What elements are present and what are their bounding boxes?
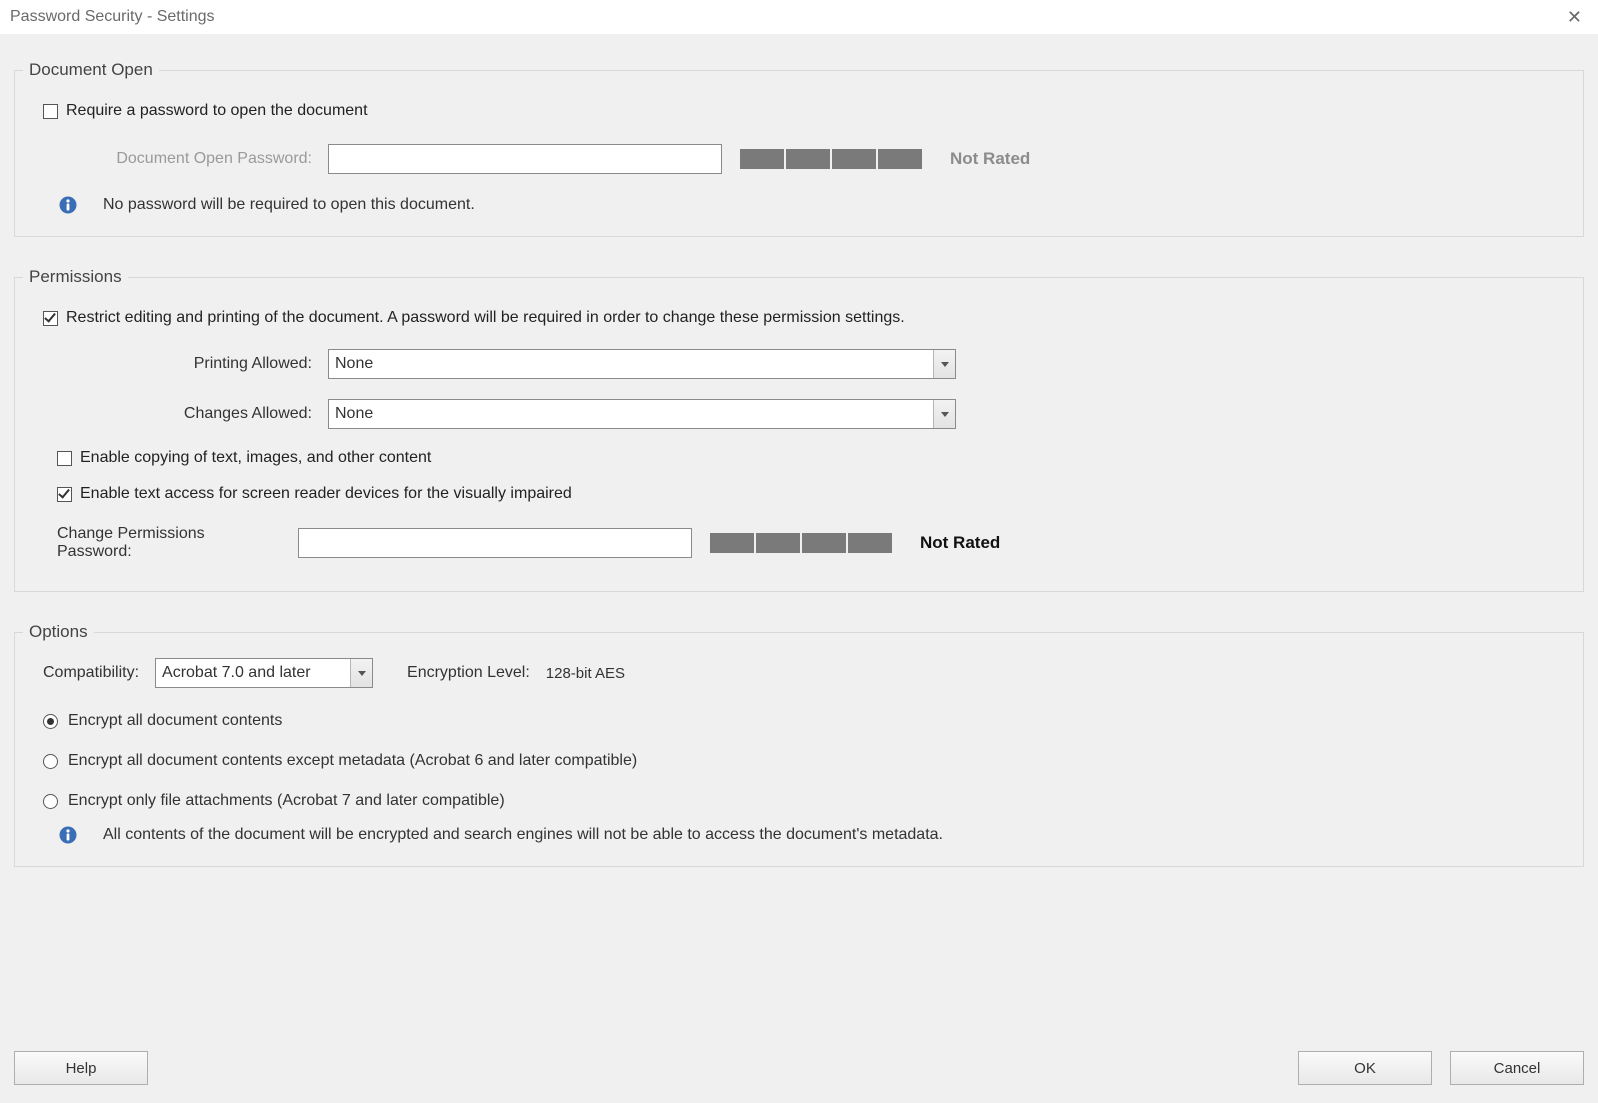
changes-allowed-row: Changes Allowed: None [43, 399, 1555, 429]
window-title: Password Security - Settings [10, 8, 215, 26]
encrypt-except-metadata-label: Encrypt all document contents except met… [68, 752, 637, 770]
encrypt-attachments-radio[interactable] [43, 794, 58, 809]
printing-allowed-row: Printing Allowed: None [43, 349, 1555, 379]
require-password-label: Require a password to open the document [66, 102, 368, 120]
options-info-text: All contents of the document will be enc… [103, 826, 943, 844]
open-password-label: Document Open Password: [43, 150, 328, 168]
chevron-down-icon [933, 350, 955, 378]
encryption-level-label: Encryption Level: [407, 664, 530, 682]
encrypt-all-radio[interactable] [43, 714, 58, 729]
info-icon [59, 196, 77, 214]
encrypt-attachments-row[interactable]: Encrypt only file attachments (Acrobat 7… [43, 792, 1555, 810]
enable-access-row[interactable]: Enable text access for screen reader dev… [57, 485, 1555, 503]
permissions-password-strength-meter [710, 533, 892, 553]
compatibility-row: Compatibility: Acrobat 7.0 and later Enc… [43, 658, 1555, 688]
legend-document-open: Document Open [23, 60, 159, 80]
cancel-button[interactable]: Cancel [1450, 1051, 1584, 1085]
require-password-checkbox[interactable] [43, 104, 58, 119]
open-password-strength-meter [740, 149, 922, 169]
change-permissions-password-input[interactable] [298, 528, 692, 558]
open-password-row: Document Open Password: Not Rated [43, 144, 1555, 174]
help-button[interactable]: Help [14, 1051, 148, 1085]
printing-allowed-select[interactable]: None [328, 349, 956, 379]
restrict-editing-row[interactable]: Restrict editing and printing of the doc… [43, 309, 1555, 327]
printing-allowed-value: None [335, 355, 373, 373]
close-icon[interactable]: ✕ [1559, 3, 1590, 32]
ok-button[interactable]: OK [1298, 1051, 1432, 1085]
enable-access-label: Enable text access for screen reader dev… [80, 485, 572, 503]
group-permissions: Permissions Restrict editing and printin… [14, 267, 1584, 592]
restrict-editing-label: Restrict editing and printing of the doc… [66, 309, 905, 327]
encrypt-all-label: Encrypt all document contents [68, 712, 282, 730]
compatibility-value: Acrobat 7.0 and later [162, 664, 311, 682]
open-password-rating: Not Rated [950, 149, 1030, 169]
encryption-level-value: 128-bit AES [546, 665, 625, 682]
dialog-body: Document Open Require a password to open… [0, 34, 1598, 1103]
permissions-password-rating: Not Rated [920, 533, 1000, 553]
printing-allowed-label: Printing Allowed: [43, 355, 328, 373]
encrypt-except-metadata-radio[interactable] [43, 754, 58, 769]
encrypt-all-row[interactable]: Encrypt all document contents [43, 712, 1555, 730]
compatibility-label: Compatibility: [43, 664, 139, 682]
changes-allowed-label: Changes Allowed: [43, 405, 328, 423]
enable-copying-checkbox[interactable] [57, 451, 72, 466]
enable-access-checkbox[interactable] [57, 487, 72, 502]
restrict-editing-checkbox[interactable] [43, 311, 58, 326]
chevron-down-icon [350, 659, 372, 687]
open-info-text: No password will be required to open thi… [103, 196, 475, 214]
encrypt-attachments-label: Encrypt only file attachments (Acrobat 7… [68, 792, 505, 810]
options-info-row: All contents of the document will be enc… [59, 826, 1555, 844]
title-bar: Password Security - Settings ✕ [0, 0, 1598, 34]
open-info-row: No password will be required to open thi… [59, 196, 1555, 214]
compatibility-select[interactable]: Acrobat 7.0 and later [155, 658, 373, 688]
require-password-row[interactable]: Require a password to open the document [43, 102, 1555, 120]
group-document-open: Document Open Require a password to open… [14, 60, 1584, 237]
changes-allowed-value: None [335, 405, 373, 423]
group-options: Options Compatibility: Acrobat 7.0 and l… [14, 622, 1584, 867]
open-password-input[interactable] [328, 144, 722, 174]
legend-options: Options [23, 622, 94, 642]
change-permissions-password-label: Change Permissions Password: [43, 525, 298, 561]
enable-copying-label: Enable copying of text, images, and othe… [80, 449, 431, 467]
chevron-down-icon [933, 400, 955, 428]
encrypt-except-metadata-row[interactable]: Encrypt all document contents except met… [43, 752, 1555, 770]
legend-permissions: Permissions [23, 267, 128, 287]
changes-allowed-select[interactable]: None [328, 399, 956, 429]
enable-copying-row[interactable]: Enable copying of text, images, and othe… [57, 449, 1555, 467]
info-icon [59, 826, 77, 844]
change-permissions-password-row: Change Permissions Password: Not Rated [43, 525, 1555, 561]
button-bar: Help OK Cancel [0, 1051, 1598, 1085]
